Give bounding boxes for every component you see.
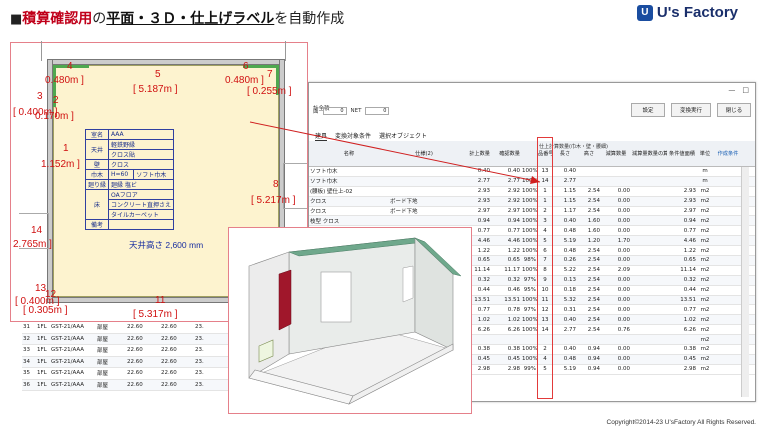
arrow-head	[530, 176, 540, 184]
arrow-line	[249, 121, 541, 183]
3d-room-model	[248, 237, 462, 405]
door-opening-back	[320, 271, 352, 323]
3d-view-panel	[228, 227, 472, 414]
copyright-notice: Copyright©2014-23 U'sFactory All Rights …	[606, 419, 756, 426]
highlighted-wall-segment	[278, 269, 292, 331]
window-right	[402, 265, 414, 303]
